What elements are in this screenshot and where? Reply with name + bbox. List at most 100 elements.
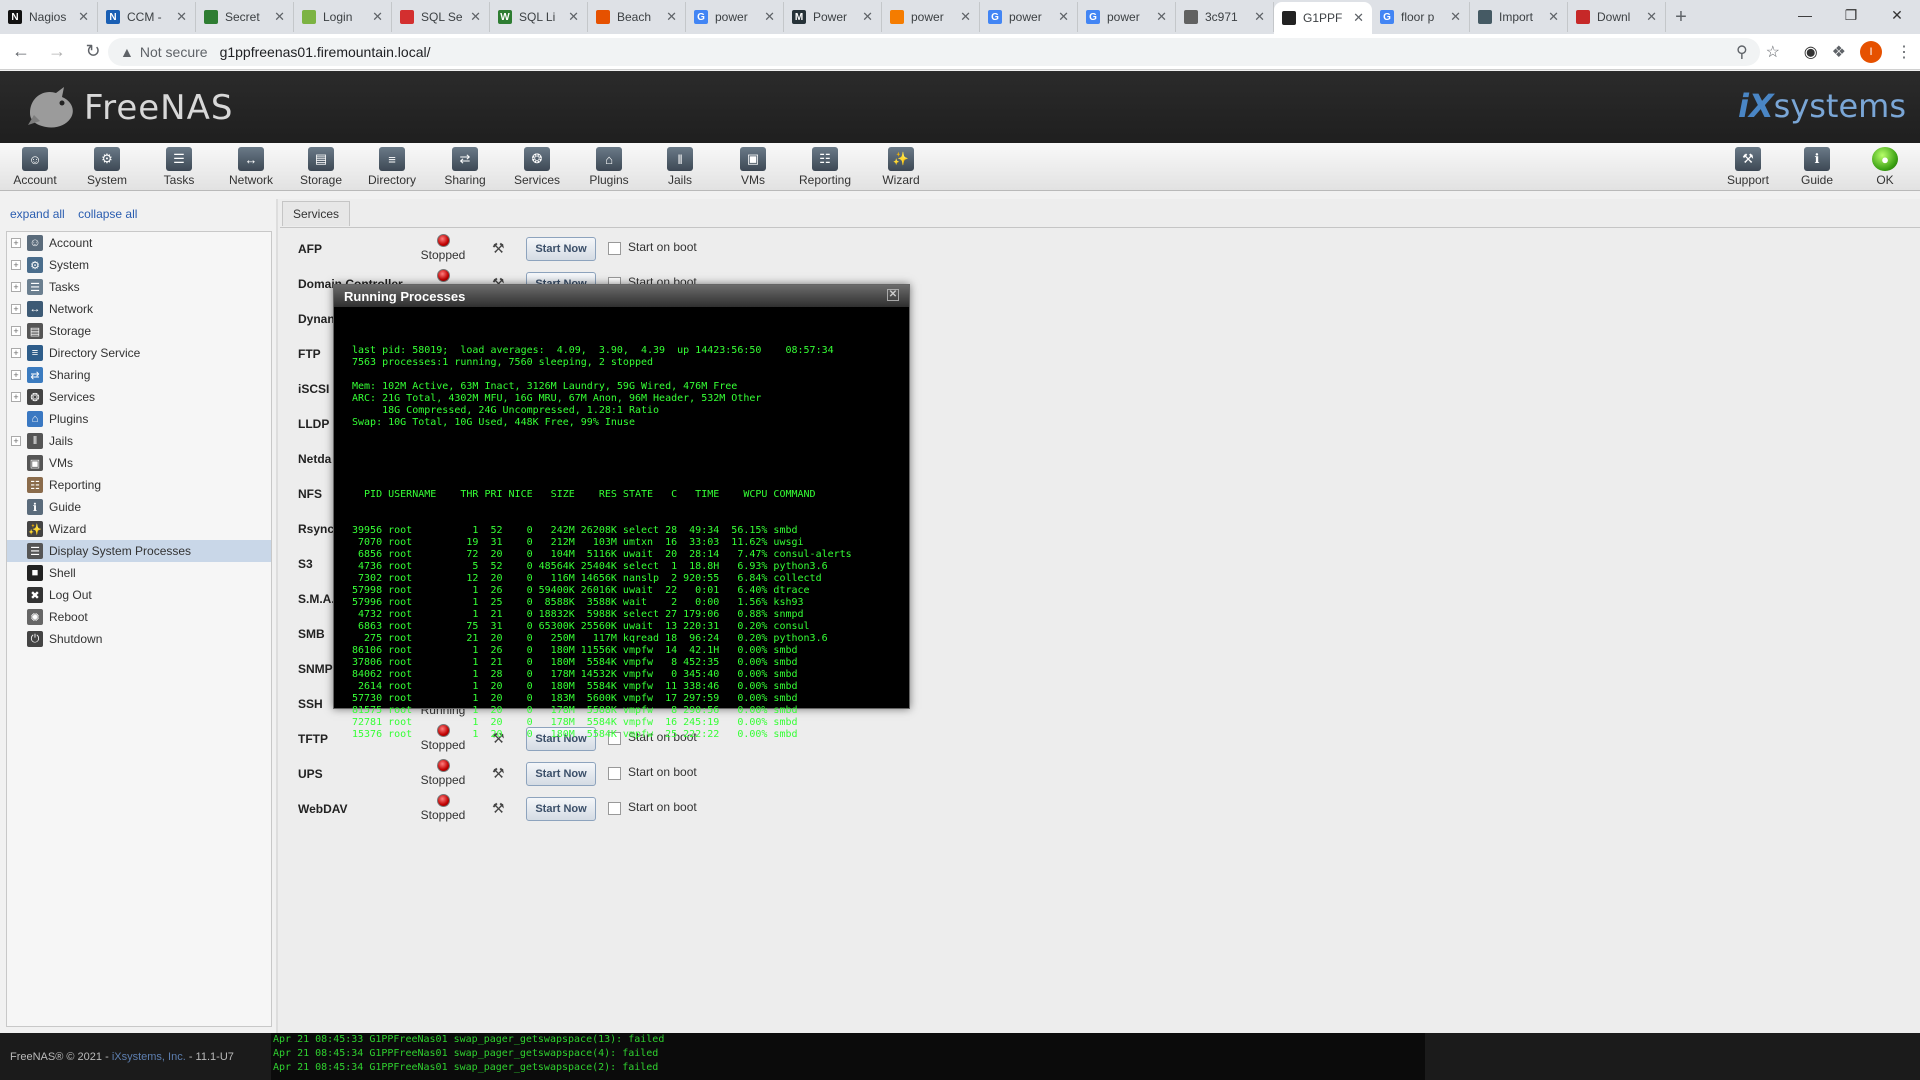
- tab-close-icon[interactable]: ✕: [960, 9, 971, 25]
- browser-tab[interactable]: power ✕: [882, 2, 980, 32]
- browser-tab[interactable]: Beach ✕: [588, 2, 686, 32]
- tab-close-icon[interactable]: ✕: [862, 9, 873, 25]
- expand-toggle-icon[interactable]: +: [11, 392, 21, 402]
- expand-toggle-icon[interactable]: +: [11, 326, 21, 336]
- expand-toggle-icon[interactable]: +: [11, 238, 21, 248]
- expand-toggle-icon[interactable]: +: [11, 260, 21, 270]
- toolbar-tasks-button[interactable]: ☰ Tasks: [144, 147, 214, 187]
- browser-tab[interactable]: W SQL Li ✕: [490, 2, 588, 32]
- expand-toggle-icon[interactable]: +: [11, 370, 21, 380]
- tab-close-icon[interactable]: ✕: [568, 9, 579, 25]
- browser-tab[interactable]: Import ✕: [1470, 2, 1568, 32]
- toolbar-jails-button[interactable]: ‖ Jails: [645, 147, 715, 187]
- wrench-icon[interactable]: ⚒: [492, 800, 505, 817]
- browser-tab[interactable]: SQL Se ✕: [392, 2, 490, 32]
- toolbar-plugins-button[interactable]: ⌂ Plugins: [574, 147, 644, 187]
- tab-close-icon[interactable]: ✕: [78, 9, 89, 25]
- toolbar-vms-button[interactable]: ▣ VMs: [718, 147, 788, 187]
- freenas-logo[interactable]: FreeNAS: [26, 85, 233, 131]
- browser-tab[interactable]: M Power ✕: [784, 2, 882, 32]
- kebab-menu-icon[interactable]: ⋮: [1896, 42, 1912, 62]
- browser-tab[interactable]: 3c971 ✕: [1176, 2, 1274, 32]
- close-icon[interactable]: ✕: [887, 289, 899, 301]
- toolbar-storage-button[interactable]: ▤ Storage: [286, 147, 356, 187]
- sidebar-item-tasks[interactable]: + ☰ Tasks: [7, 276, 271, 298]
- collapse-all-link[interactable]: collapse all: [78, 207, 137, 221]
- toolbar-guide-button[interactable]: ℹ Guide: [1782, 147, 1852, 187]
- expand-toggle-icon[interactable]: +: [11, 304, 21, 314]
- browser-tab[interactable]: Gpower ✕: [980, 2, 1078, 32]
- tab-close-icon[interactable]: ✕: [274, 9, 285, 25]
- toolbar-reporting-button[interactable]: ☷ Reporting: [790, 147, 860, 187]
- tab-close-icon[interactable]: ✕: [764, 9, 775, 25]
- expand-all-link[interactable]: expand all: [10, 207, 65, 221]
- browser-tab[interactable]: Login ✕: [294, 2, 392, 32]
- sidebar-item-plugins[interactable]: ⌂ Plugins: [7, 408, 271, 430]
- tab-close-icon[interactable]: ✕: [176, 9, 187, 25]
- toolbar-ok-button[interactable]: ● OK: [1850, 147, 1920, 187]
- tab-close-icon[interactable]: ✕: [1058, 9, 1069, 25]
- sidebar-item-sharing[interactable]: + ⇄ Sharing: [7, 364, 271, 386]
- browser-tab[interactable]: G1PPF ✕: [1274, 2, 1372, 34]
- tab-close-icon[interactable]: ✕: [666, 9, 677, 25]
- new-tab-button[interactable]: +: [1666, 2, 1696, 32]
- tab-close-icon[interactable]: ✕: [1156, 9, 1167, 25]
- sidebar-item-jails[interactable]: + ‖ Jails: [7, 430, 271, 452]
- sidebar-item-reboot[interactable]: ✺ Reboot: [7, 606, 271, 628]
- toolbar-support-button[interactable]: ⚒ Support: [1713, 147, 1783, 187]
- not-secure-label[interactable]: Not secure: [140, 44, 208, 60]
- sidebar-item-directory-service[interactable]: + ≡ Directory Service: [7, 342, 271, 364]
- browser-tab[interactable]: Secret ✕: [196, 2, 294, 32]
- wrench-icon[interactable]: ⚒: [492, 240, 505, 257]
- toolbar-directory-button[interactable]: ≡ Directory: [357, 147, 427, 187]
- tab-close-icon[interactable]: ✕: [1254, 9, 1265, 25]
- sidebar-item-network[interactable]: + ↔ Network: [7, 298, 271, 320]
- browser-tab[interactable]: N Nagios ✕: [0, 2, 98, 32]
- sidebar-item-reporting[interactable]: ☷ Reporting: [7, 474, 271, 496]
- browser-tab[interactable]: Downl ✕: [1568, 2, 1666, 32]
- back-button[interactable]: ←: [6, 37, 36, 67]
- tab-close-icon[interactable]: ✕: [1450, 9, 1461, 25]
- sidebar-item-display-system-processes[interactable]: ☰ Display System Processes: [7, 540, 271, 562]
- sidebar-item-storage[interactable]: + ▤ Storage: [7, 320, 271, 342]
- dialog-title-bar[interactable]: Running Processes ✕: [334, 285, 909, 307]
- key-icon[interactable]: ⚲: [1736, 42, 1748, 62]
- tab-close-icon[interactable]: ✕: [1646, 9, 1657, 25]
- browser-tab[interactable]: Gpower ✕: [686, 2, 784, 32]
- tab-services[interactable]: Services: [282, 201, 351, 226]
- minimize-button[interactable]: —: [1782, 0, 1828, 30]
- toolbar-sharing-button[interactable]: ⇄ Sharing: [430, 147, 500, 187]
- restore-button[interactable]: ❐: [1828, 0, 1874, 30]
- expand-toggle-icon[interactable]: +: [11, 436, 21, 446]
- url-bar[interactable]: ▲ Not secure g1ppfreenas01.firemountain.…: [108, 38, 1760, 66]
- sidebar-item-log-out[interactable]: ✖ Log Out: [7, 584, 271, 606]
- toolbar-services-button[interactable]: ❂ Services: [502, 147, 572, 187]
- tab-close-icon[interactable]: ✕: [372, 9, 383, 25]
- sidebar-item-services[interactable]: + ❂ Services: [7, 386, 271, 408]
- puzzle-icon[interactable]: ❖: [1832, 42, 1846, 62]
- toolbar-network-button[interactable]: ↔ Network: [216, 147, 286, 187]
- expand-toggle-icon[interactable]: +: [11, 348, 21, 358]
- start-on-boot-checkbox[interactable]: [608, 242, 621, 255]
- bookmark-star-icon[interactable]: ☆: [1766, 42, 1780, 62]
- ixsystems-link[interactable]: iXsystems, Inc.: [112, 1051, 186, 1063]
- tab-close-icon[interactable]: ✕: [1353, 10, 1364, 26]
- toolbar-system-button[interactable]: ⚙ System: [72, 147, 142, 187]
- reload-button[interactable]: ↻: [78, 37, 108, 67]
- sidebar-item-vms[interactable]: ▣ VMs: [7, 452, 271, 474]
- sidebar-item-wizard[interactable]: ✨ Wizard: [7, 518, 271, 540]
- sidebar-item-system[interactable]: + ⚙ System: [7, 254, 271, 276]
- forward-button[interactable]: →: [42, 37, 72, 67]
- expand-toggle-icon[interactable]: +: [11, 282, 21, 292]
- sidebar-item-shutdown[interactable]: ⏻ Shutdown: [7, 628, 271, 650]
- close-window-button[interactable]: ✕: [1874, 0, 1920, 30]
- tab-close-icon[interactable]: ✕: [470, 9, 481, 25]
- profile-avatar[interactable]: I: [1860, 41, 1882, 63]
- sidebar-item-account[interactable]: + ☺ Account: [7, 232, 271, 254]
- browser-tab[interactable]: N CCM - ✕: [98, 2, 196, 32]
- sidebar-item-guide[interactable]: ℹ Guide: [7, 496, 271, 518]
- toolbar-account-button[interactable]: ☺ Account: [0, 147, 70, 187]
- sidebar-item-shell[interactable]: ■ Shell: [7, 562, 271, 584]
- start-now-button[interactable]: Start Now: [526, 237, 596, 261]
- browser-tab[interactable]: Gfloor p ✕: [1372, 2, 1470, 32]
